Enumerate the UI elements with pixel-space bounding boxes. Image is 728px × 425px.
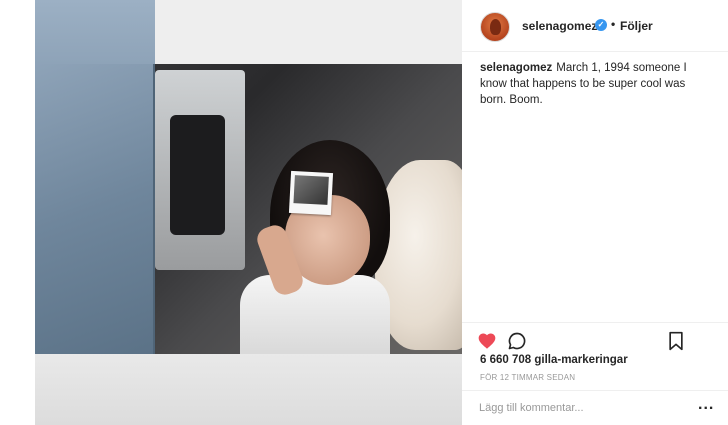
photo-detail-jeans-leg: [35, 64, 155, 354]
bookmark-icon[interactable]: [667, 331, 685, 351]
post-header: selenagomez ✓ • Följer: [462, 0, 728, 52]
photo-detail-shirt: [240, 275, 390, 355]
photo-detail-car-window: [170, 115, 225, 235]
likes-count[interactable]: 6 660 708 gilla-markeringar: [480, 354, 628, 366]
post-caption: selenagomez March 1, 1994 someone I know …: [480, 60, 700, 108]
photo-white-border: [35, 354, 462, 425]
post-actions-bar: [462, 322, 728, 356]
caption-username-link[interactable]: selenagomez: [480, 62, 552, 74]
more-options-icon[interactable]: ...: [698, 396, 714, 414]
username-link[interactable]: selenagomez: [522, 19, 597, 33]
follow-button[interactable]: Följer: [620, 19, 653, 33]
avatar[interactable]: [480, 12, 510, 42]
heart-icon[interactable]: [477, 331, 497, 351]
speech-bubble-icon[interactable]: [507, 331, 527, 351]
comment-bar: ...: [462, 390, 728, 425]
photo-detail-small-polaroid: [288, 170, 334, 216]
separator-dot: •: [611, 17, 616, 31]
photo-detail-jeans: [35, 0, 155, 64]
verified-badge-icon: ✓: [595, 19, 607, 31]
post-photo[interactable]: [35, 0, 462, 425]
post-timestamp[interactable]: FÖR 12 TIMMAR SEDAN: [480, 373, 575, 382]
comment-input[interactable]: [479, 399, 679, 417]
post-side-panel: selenagomez ✓ • Följer selenagomez March …: [462, 0, 728, 425]
photo-detail-small-polaroid-image: [293, 175, 329, 205]
